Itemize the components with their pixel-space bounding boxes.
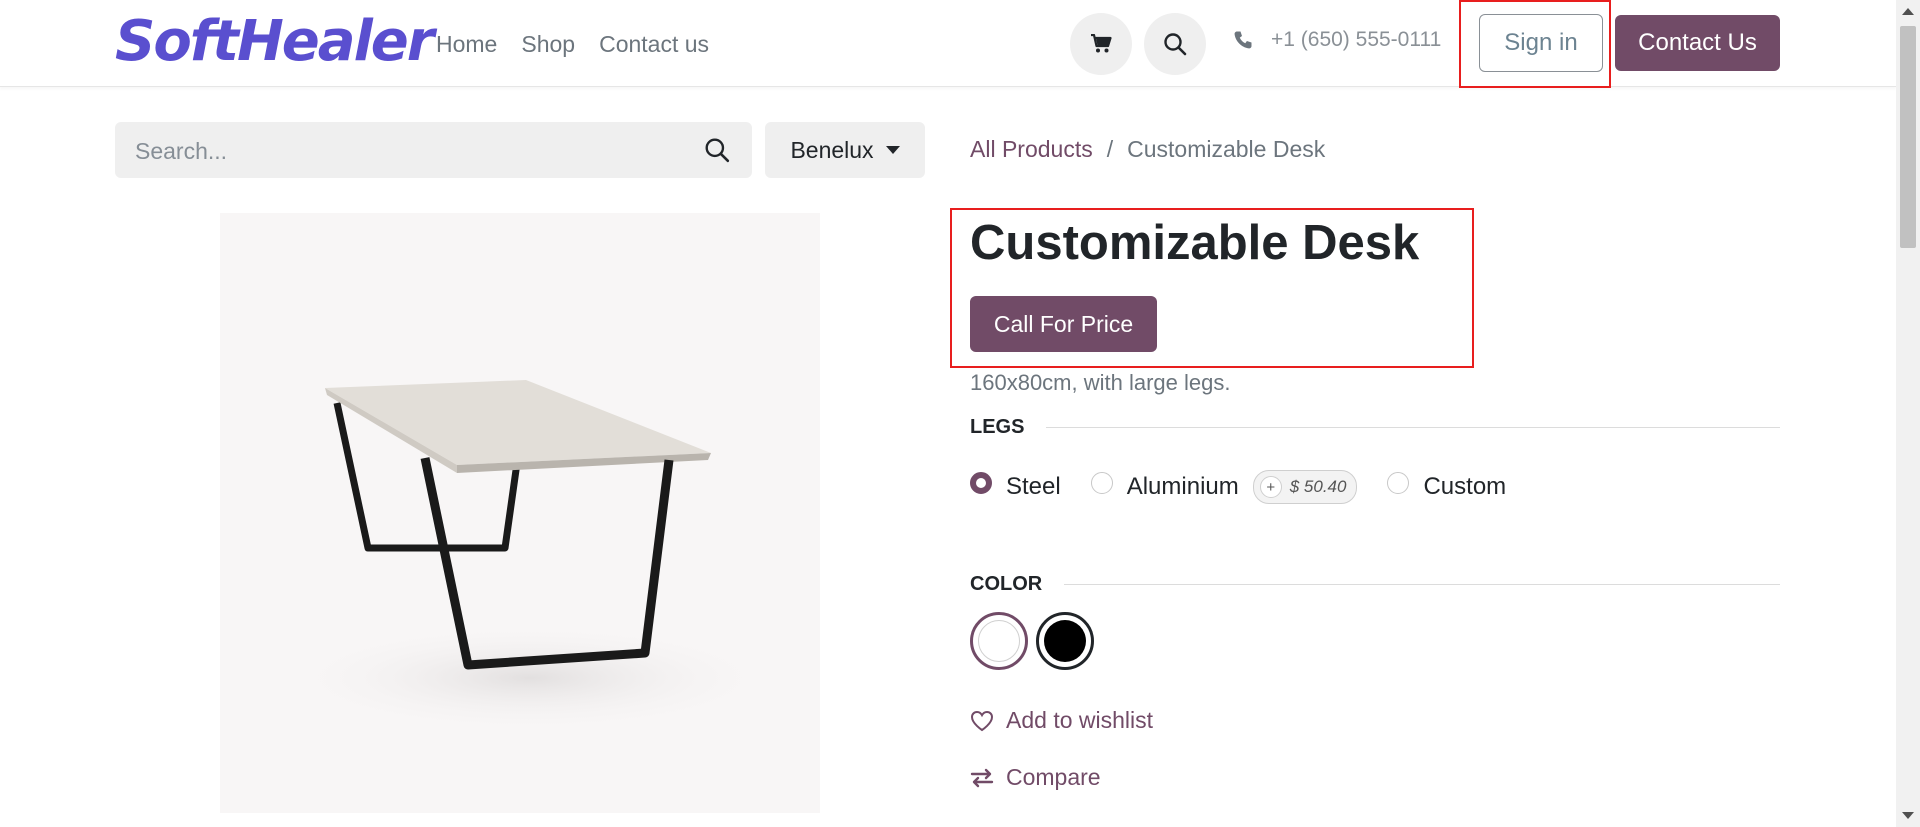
search-icon [1164,33,1187,56]
scroll-up-arrow[interactable] [1902,8,1914,15]
cart-icon [1091,34,1112,53]
scroll-down-arrow[interactable] [1902,812,1914,819]
color-swatches [970,612,1094,670]
color-swatch-white[interactable] [970,612,1028,670]
cart-button[interactable] [1070,13,1132,75]
legs-option-steel[interactable]: Steel [970,472,1061,501]
pricelist-selected: Benelux [790,136,874,163]
product-search [115,122,752,180]
site-logo[interactable]: SoftHealer [115,12,434,72]
compare-label: Compare [1006,764,1101,790]
phone-contact[interactable]: +1 (650) 555-0111 [1233,28,1441,52]
search-input[interactable] [133,122,697,180]
plus-icon: + [1259,476,1282,498]
site-header: SoftHealer Home Shop Contact us +1 (650)… [0,0,1896,87]
legs-attribute-header: LEGS [970,416,1780,439]
legs-option-label: Aluminium [1126,473,1239,500]
page-scrollbar[interactable] [1896,0,1920,827]
nav-shop[interactable]: Shop [521,28,575,60]
legs-option-custom[interactable]: Custom [1387,472,1507,501]
search-submit-button[interactable] [704,137,730,168]
header-search-button[interactable] [1144,13,1206,75]
wishlist-label: Add to wishlist [1006,707,1154,733]
main-nav: Home Shop Contact us [436,28,709,60]
chevron-down-icon [885,146,900,154]
radio-steel[interactable] [970,472,992,494]
phone-icon [1234,31,1252,49]
color-attribute-header: COLOR [970,573,1780,596]
add-to-wishlist-button[interactable]: Add to wishlist [970,707,1153,734]
breadcrumb-separator: / [1106,136,1114,162]
divider [1046,427,1780,428]
sign-in-button[interactable]: Sign in [1479,14,1603,72]
legs-attribute-label: LEGS [970,416,1025,438]
call-for-price-button[interactable]: Call For Price [970,296,1157,352]
heart-icon [970,710,994,731]
pricelist-dropdown[interactable]: Benelux [765,122,925,178]
price-extra-badge: + $ 50.40 [1252,470,1358,504]
price-extra-amount: $ 50.40 [1289,477,1347,496]
compare-icon [970,768,994,787]
scroll-thumb[interactable] [1900,26,1916,248]
legs-options: Steel Aluminium + $ 50.40 Custom [970,470,1536,504]
nav-contact-us[interactable]: Contact us [599,28,709,60]
product-title: Customizable Desk [970,216,1420,270]
breadcrumb: All Products / Customizable Desk [970,136,1325,163]
breadcrumb-current: Customizable Desk [1127,136,1326,162]
legs-option-label: Steel [1006,473,1061,500]
product-image[interactable] [220,213,820,813]
nav-home[interactable]: Home [436,28,497,60]
color-swatch-black[interactable] [1036,612,1094,670]
radio-aluminium[interactable] [1090,472,1113,494]
radio-custom[interactable] [1387,472,1410,494]
color-attribute-label: COLOR [970,573,1043,595]
phone-number[interactable]: +1 (650) 555-0111 [1271,28,1441,52]
contact-us-button[interactable]: Contact Us [1615,15,1780,71]
legs-option-label: Custom [1423,473,1507,500]
breadcrumb-all-products[interactable]: All Products [970,136,1093,163]
search-icon [705,138,730,163]
desk-illustration [280,380,780,733]
legs-option-aluminium[interactable]: Aluminium + $ 50.40 [1090,470,1358,504]
product-description: 160x80cm, with large legs. [970,370,1231,395]
divider [1064,584,1780,585]
compare-button[interactable]: Compare [970,764,1101,791]
